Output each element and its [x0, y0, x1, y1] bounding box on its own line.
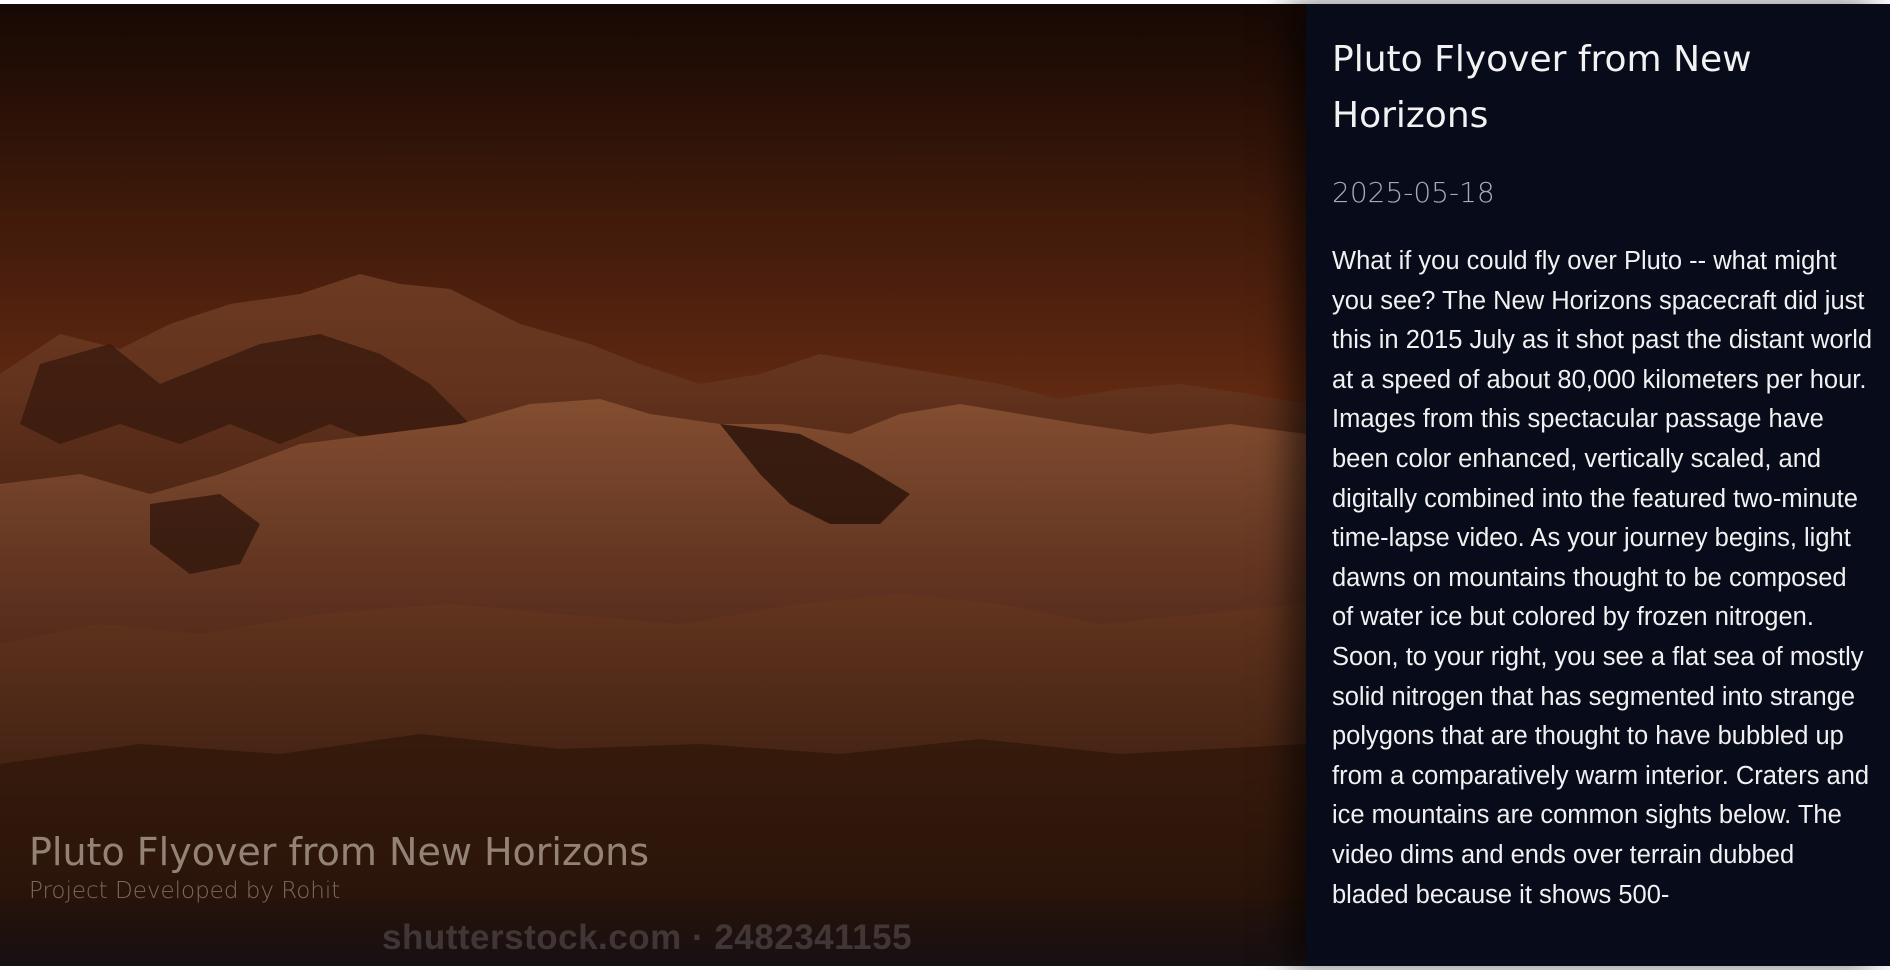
caption-title: Pluto Flyover from New Horizons: [29, 830, 650, 874]
panel-title: Pluto Flyover from New Horizons: [1332, 39, 1752, 136]
image-watermark: shutterstock.com · 2482341155: [382, 918, 913, 957]
image-caption: Pluto Flyover from New Horizons Project …: [29, 830, 649, 904]
info-panel[interactable]: Pluto Flyover from New Horizons 2025-05-…: [1306, 4, 1890, 966]
caption-credit: Project Developed by Rohit: [29, 877, 341, 904]
apod-page: shutterstock.com · 2482341155 Pluto Flyo…: [0, 0, 1890, 970]
image-shade: [0, 4, 1306, 966]
background-image: shutterstock.com · 2482341155: [0, 4, 1306, 966]
viewer-frame: shutterstock.com · 2482341155 Pluto Flyo…: [0, 4, 1890, 966]
panel-date: 2025-05-18: [1332, 176, 1495, 209]
panel-explanation: What if you could fly over Pluto -- what…: [1332, 247, 1873, 909]
